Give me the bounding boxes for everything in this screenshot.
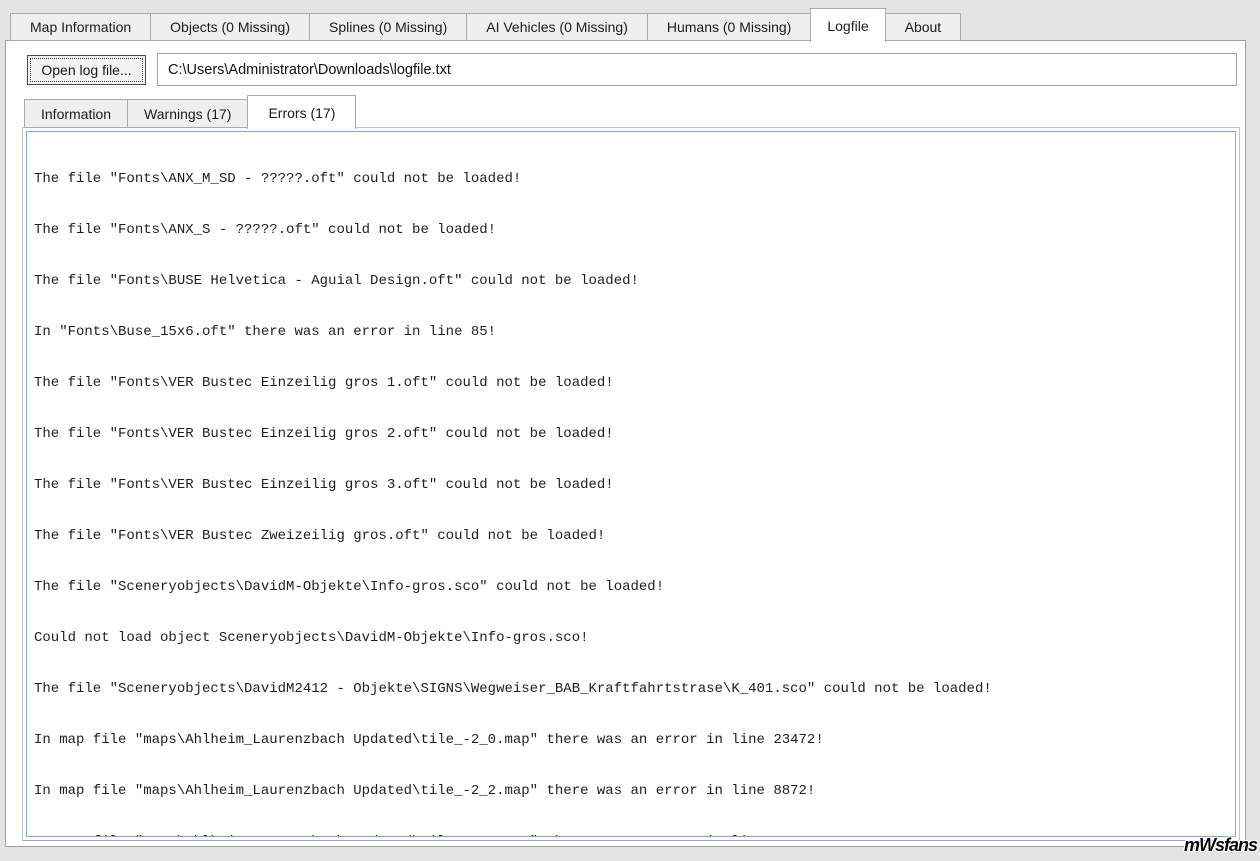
open-log-file-button[interactable]: Open log file... [27, 55, 146, 85]
log-line: The file "Fonts\VER Bustec Zweizeilig gr… [34, 528, 606, 544]
log-line: The file "Sceneryobjects\DavidM-Objekte\… [34, 579, 665, 595]
tab-warnings[interactable]: Warnings (17) [127, 99, 248, 128]
log-line: In map file "maps\Ahlheim_Laurenzbach Up… [34, 783, 816, 799]
main-tab-strip: Map Information Objects (0 Missing) Spli… [10, 7, 962, 42]
log-line: The file "Fonts\BUSE Helvetica - Aguial … [34, 273, 639, 289]
tab-objects[interactable]: Objects (0 Missing) [150, 13, 309, 41]
tab-humans[interactable]: Humans (0 Missing) [646, 13, 811, 41]
log-tab-strip: Information Warnings (17) Errors (17) [24, 95, 357, 129]
error-log-textbox[interactable]: The file "Fonts\ANX_M_SD - ?????.oft" co… [26, 131, 1236, 837]
log-line: In "Fonts\Buse_15x6.oft" there was an er… [34, 324, 497, 340]
tab-about[interactable]: About [885, 13, 962, 41]
tab-information[interactable]: Information [24, 99, 128, 128]
log-line: In map file "maps\Ahlheim_Laurenzbach Up… [34, 834, 1228, 836]
log-line: The file "Fonts\VER Bustec Einzeilig gro… [34, 375, 614, 391]
tab-ai-vehicles[interactable]: AI Vehicles (0 Missing) [466, 13, 647, 41]
log-line: The file "Sceneryobjects\DavidM2412 - Ob… [34, 681, 992, 697]
log-line: The file "Fonts\ANX_S - ?????.oft" could… [34, 222, 497, 238]
log-line: In map file "maps\Ahlheim_Laurenzbach Up… [34, 732, 824, 748]
tab-splines[interactable]: Splines (0 Missing) [308, 13, 467, 41]
log-line: The file "Fonts\VER Bustec Einzeilig gro… [34, 426, 614, 442]
log-line: The file "Fonts\VER Bustec Einzeilig gro… [34, 477, 614, 493]
log-line: The file "Fonts\ANX_M_SD - ?????.oft" co… [34, 171, 522, 187]
site-watermark: mWsfans [1183, 835, 1258, 855]
tab-logfile[interactable]: Logfile [810, 8, 886, 42]
tab-errors[interactable]: Errors (17) [247, 95, 357, 129]
logfile-path-input[interactable] [157, 53, 1237, 86]
tab-map-information[interactable]: Map Information [10, 13, 151, 41]
log-line: Could not load object Sceneryobjects\Dav… [34, 630, 589, 646]
